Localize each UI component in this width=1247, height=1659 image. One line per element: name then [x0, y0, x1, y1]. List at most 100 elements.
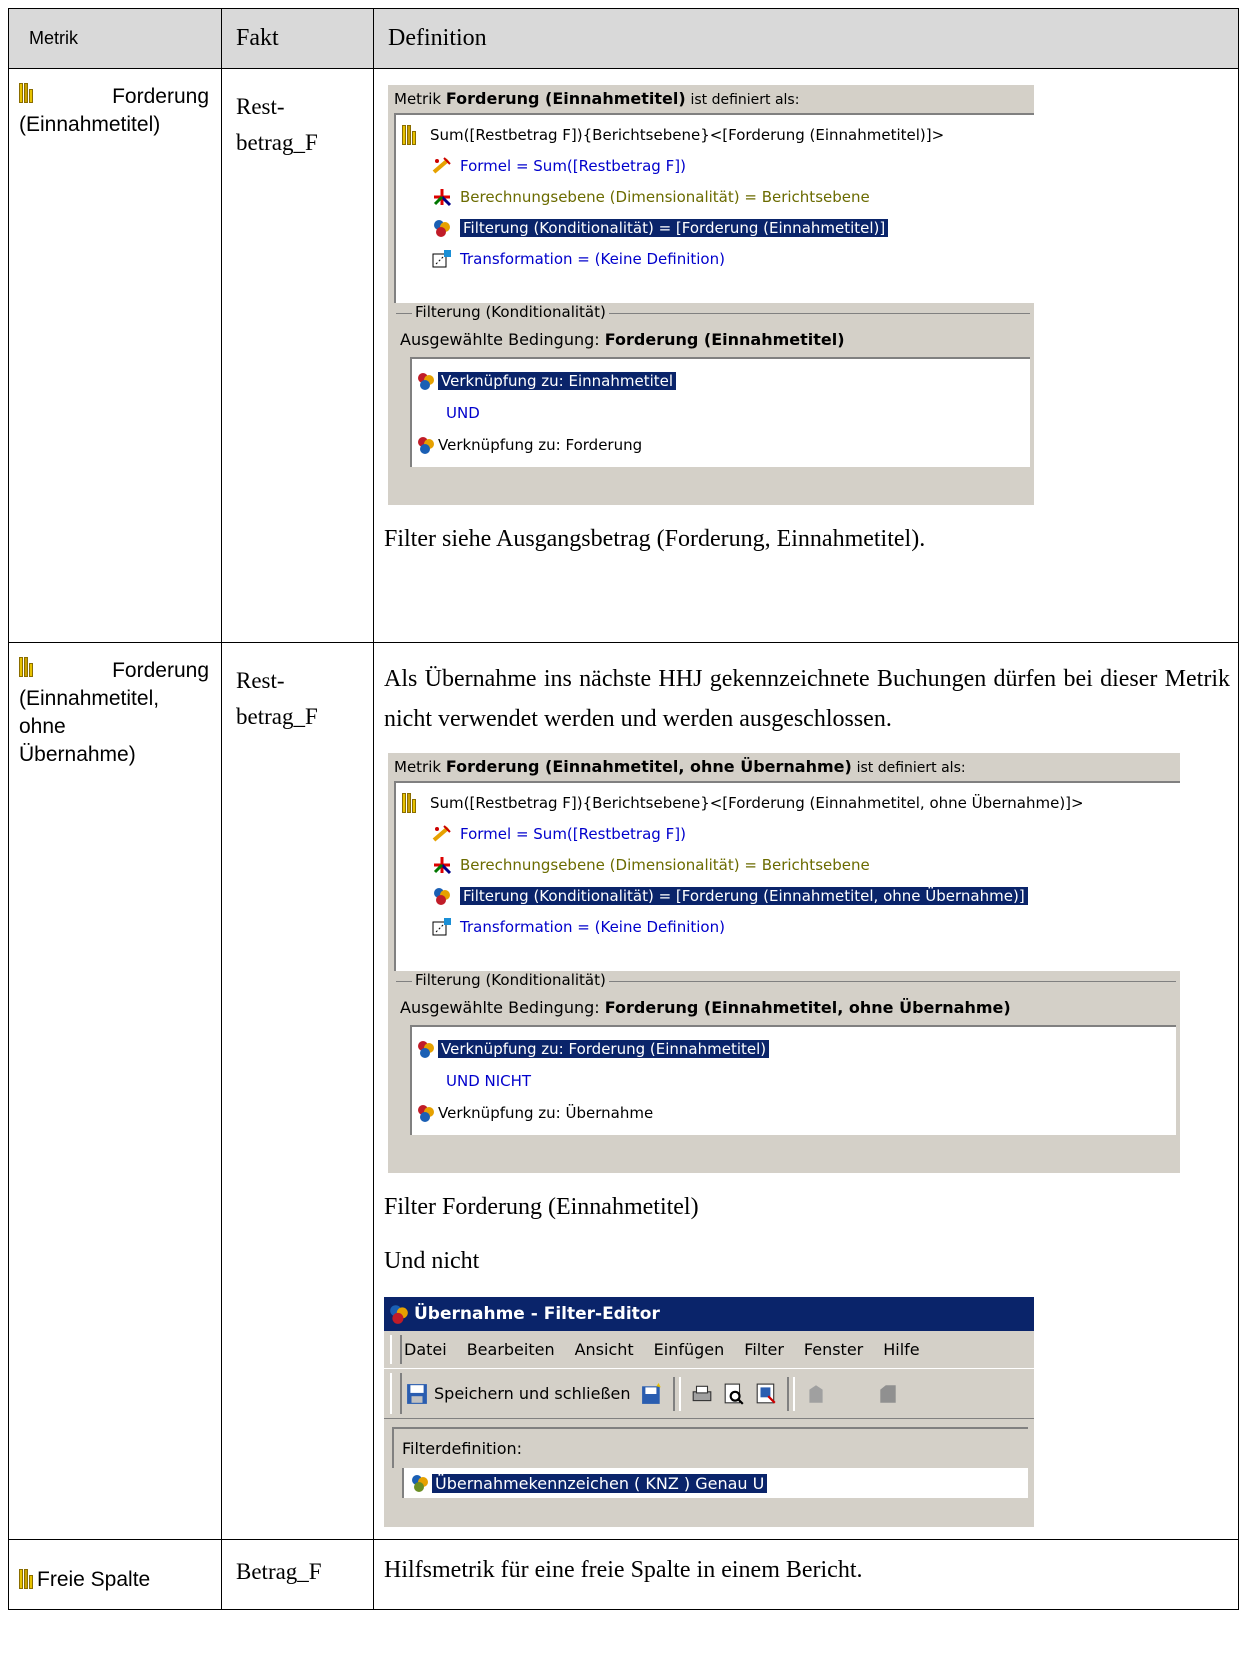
condition-row[interactable]: Verknüpfung zu: Forderung (Einnahmetitel… — [416, 1033, 1172, 1065]
fakt-line1: Rest- — [236, 94, 285, 119]
tree-filterung[interactable]: Filterung (Konditionalität) = [Forderung… — [402, 212, 1028, 243]
menu-ansicht[interactable]: Ansicht — [575, 1340, 634, 1359]
filter-line: Filter Forderung (Einnahmetitel) — [384, 1194, 699, 1220]
condition-row[interactable]: Verknüpfung zu: Forderung — [416, 429, 1026, 461]
save-icon — [407, 1383, 427, 1404]
filter-icon — [434, 887, 450, 905]
header-fakt: Fakt — [221, 8, 374, 69]
tree-transformation[interactable]: Transformation = (Keine Definition) — [402, 243, 1028, 274]
condition-row[interactable]: Verknüpfung zu: Einnahmetitel — [416, 365, 1026, 397]
print-icon[interactable] — [691, 1383, 713, 1405]
editor-toolbar: Speichern und schließen — [384, 1369, 1034, 1419]
tree-berechnung[interactable]: Berechnungsebene (Dimensionalität) = Ber… — [402, 849, 1174, 880]
formula-icon — [432, 156, 451, 174]
level-icon — [433, 856, 452, 874]
definition-intro: Als Übernahme ins nächste HHJ gekennzeic… — [384, 666, 1230, 732]
condition-list: Verknüpfung zu: Forderung (Einnahmetitel… — [410, 1025, 1176, 1135]
transformation-icon — [432, 249, 451, 267]
fakt-line2: betrag_F — [236, 130, 318, 155]
menu-hilfe[interactable]: Hilfe — [883, 1340, 919, 1359]
metric-icon — [402, 792, 422, 813]
transformation-icon — [432, 917, 451, 935]
condition-operator: UND — [446, 404, 480, 422]
definition-cell: Metrik Forderung (Einnahmetitel) ist def… — [373, 68, 1239, 643]
condition-operator: UND NICHT — [446, 1072, 532, 1090]
editor-title-bar: Übernahme - Filter-Editor — [384, 1297, 1034, 1331]
fakt-line2: betrag_F — [236, 704, 318, 729]
metric-cell: Freie Spalte — [8, 1539, 222, 1610]
header-definition: Definition — [373, 8, 1239, 69]
metric-name-line3: ohne — [19, 715, 66, 738]
metric-icon — [19, 657, 33, 677]
filter-definition-area: Filterdefinition: Übernahmekennzeichen (… — [384, 1419, 1034, 1498]
filter-group: Filterung (Konditionalität) Ausgewählte … — [396, 303, 1030, 467]
definition-note: Filter siehe Ausgangsbetrag (Forderung, … — [384, 526, 926, 552]
metric-name-line4: Übernahme) — [19, 743, 136, 766]
filter-link-icon — [418, 373, 434, 390]
filter-definition-item[interactable]: Übernahmekennzeichen ( KNZ ) Genau U — [430, 1472, 769, 1494]
menu-filter[interactable]: Filter — [744, 1340, 784, 1359]
header-row: Metrik Fakt Definition — [8, 8, 1239, 69]
metric-definition-screenshot: Metrik Forderung (Einnahmetitel, ohne Üb… — [388, 753, 1180, 1173]
fakt-cell: Betrag_F — [221, 1539, 374, 1610]
condition-list: Verknüpfung zu: Einnahmetitel UND Verknü… — [410, 357, 1030, 467]
metric-icon — [402, 124, 422, 145]
metric-icon — [19, 1569, 33, 1589]
filter-definition-label: Filterdefinition: — [392, 1427, 1028, 1468]
panel-metric-name: Forderung (Einnahmetitel) — [445, 89, 686, 108]
menu-fenster[interactable]: Fenster — [804, 1340, 863, 1359]
filter-icon — [434, 219, 450, 237]
editor-menubar: Datei Bearbeiten Ansicht Einfügen Filter… — [384, 1331, 1034, 1369]
fakt-cell: Rest- betrag_F — [221, 642, 374, 1540]
panel-header: Metrik Forderung (Einnahmetitel) ist def… — [394, 89, 800, 108]
save-and-close-button[interactable]: Speichern und schließen — [406, 1383, 631, 1405]
definition-cell: Hilfsmetrik für eine freie Spalte in ein… — [373, 1539, 1239, 1610]
preview-icon[interactable] — [723, 1383, 745, 1405]
filter-link-icon — [412, 1475, 428, 1492]
metric-name-line2: (Einnahmetitel) — [19, 113, 161, 136]
metric-name-line1: Freie Spalte — [37, 1568, 151, 1591]
level-icon — [433, 188, 452, 206]
definition-cell: Als Übernahme ins nächste HHJ gekennzeic… — [373, 642, 1239, 1540]
filter-icon — [390, 1305, 408, 1324]
disabled-tool-icon[interactable] — [805, 1383, 827, 1405]
tree-berechnung[interactable]: Berechnungsebene (Dimensionalität) = Ber… — [402, 181, 1028, 212]
fakt-line1: Betrag_F — [236, 1559, 322, 1584]
filter-link-icon — [418, 1041, 434, 1058]
panel-header: Metrik Forderung (Einnahmetitel, ohne Üb… — [394, 757, 966, 776]
tree-filterung[interactable]: Filterung (Konditionalität) = [Forderung… — [402, 880, 1174, 911]
condition-row[interactable]: Verknüpfung zu: Übernahme — [416, 1097, 1172, 1129]
table-row: Freie Spalte Betrag_F Hilfsmetrik für ei… — [8, 1539, 1239, 1610]
filter-link-icon — [418, 1105, 434, 1122]
menu-datei[interactable]: Datei — [404, 1340, 447, 1359]
filter-definition-list: Übernahmekennzeichen ( KNZ ) Genau U — [402, 1468, 1028, 1498]
fakt-line1: Rest- — [236, 668, 285, 693]
metric-cell: Forderung (Einnahmetitel) — [8, 68, 222, 643]
fakt-cell: Rest- betrag_F — [221, 68, 374, 643]
find-icon[interactable] — [755, 1383, 777, 1405]
menu-einfuegen[interactable]: Einfügen — [654, 1340, 725, 1359]
definition-note: Hilfsmetrik für eine freie Spalte in ein… — [384, 1557, 863, 1583]
metric-icon — [19, 83, 33, 103]
header-metrik: Metrik — [8, 8, 222, 69]
table-row: Forderung (Einnahmetitel, ohne Übernahme… — [8, 642, 1239, 1540]
metrics-table: Metrik Fakt Definition Forderung (Einnah… — [8, 8, 1239, 1610]
und-nicht-line: Und nicht — [384, 1248, 480, 1274]
tree-transformation[interactable]: Transformation = (Keine Definition) — [402, 911, 1174, 942]
metric-cell: Forderung (Einnahmetitel, ohne Übernahme… — [8, 642, 222, 1540]
tree-root[interactable]: Sum([Restbetrag F]){Berichtsebene}<[Ford… — [402, 119, 1028, 150]
metric-name-line1: Forderung — [112, 659, 209, 682]
save-new-icon[interactable] — [641, 1382, 663, 1405]
metric-name-line2: (Einnahmetitel, — [19, 687, 160, 710]
metric-name-line1: Forderung — [112, 85, 209, 108]
disabled-tool-icon[interactable] — [877, 1383, 899, 1405]
filter-link-icon — [418, 437, 434, 454]
formula-icon — [432, 824, 451, 842]
tree-root[interactable]: Sum([Restbetrag F]){Berichtsebene}<[Ford… — [402, 787, 1174, 818]
tree-formel[interactable]: Formel = Sum([Restbetrag F]) — [402, 150, 1028, 181]
metric-definition-screenshot: Metrik Forderung (Einnahmetitel) ist def… — [388, 85, 1034, 505]
filter-group: Filterung (Konditionalität) Ausgewählte … — [396, 971, 1176, 1135]
tree-formel[interactable]: Formel = Sum([Restbetrag F]) — [402, 818, 1174, 849]
menu-bearbeiten[interactable]: Bearbeiten — [467, 1340, 555, 1359]
definition-tree: Sum([Restbetrag F]){Berichtsebene}<[Ford… — [394, 781, 1180, 971]
